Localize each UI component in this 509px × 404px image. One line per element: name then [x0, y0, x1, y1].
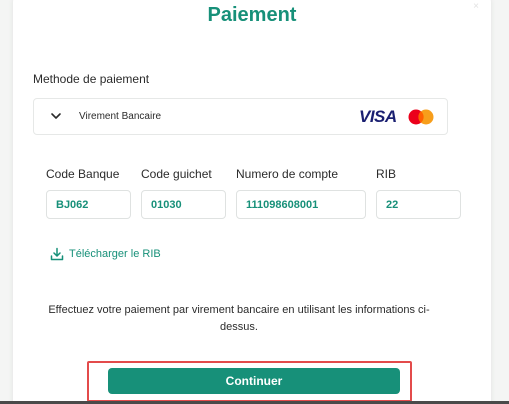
rib-input[interactable]: 22 [376, 190, 461, 219]
numero-compte-label: Numero de compte [236, 167, 339, 181]
download-rib-label: Télécharger le RIB [69, 248, 161, 260]
payment-instructions: Effectuez votre paiement par virement ba… [48, 304, 430, 333]
code-banque-label: Code Banque [46, 167, 120, 181]
code-guichet-field: Code guichet 01030 [141, 167, 226, 219]
download-rib-link[interactable]: Télécharger le RIB [50, 247, 161, 261]
numero-compte-field: Numero de compte 111098608001 [236, 167, 366, 219]
numero-compte-input[interactable]: 111098608001 [236, 190, 366, 219]
rib-label: RIB [376, 167, 397, 181]
visa-logo: VISA [359, 107, 397, 126]
payment-method-value: Virement Bancaire [79, 111, 162, 122]
page-stage: × Paiement Methode de paiement Virement … [0, 0, 509, 404]
code-guichet-label: Code guichet [141, 167, 212, 181]
code-banque-field: Code Banque BJ062 [46, 167, 131, 219]
code-guichet-input[interactable]: 01030 [141, 190, 226, 219]
code-banque-input[interactable]: BJ062 [46, 190, 131, 219]
page-title: Paiement [207, 4, 297, 26]
rib-field: RIB 22 [376, 167, 461, 219]
mastercard-icon [408, 109, 434, 125]
chevron-down-icon [51, 113, 61, 119]
continue-button[interactable]: Continuer [108, 368, 400, 394]
download-icon [50, 247, 64, 261]
payment-method-label: Methode de paiement [33, 72, 150, 86]
payment-method-select[interactable]: Virement Bancaire VISA [33, 98, 448, 135]
